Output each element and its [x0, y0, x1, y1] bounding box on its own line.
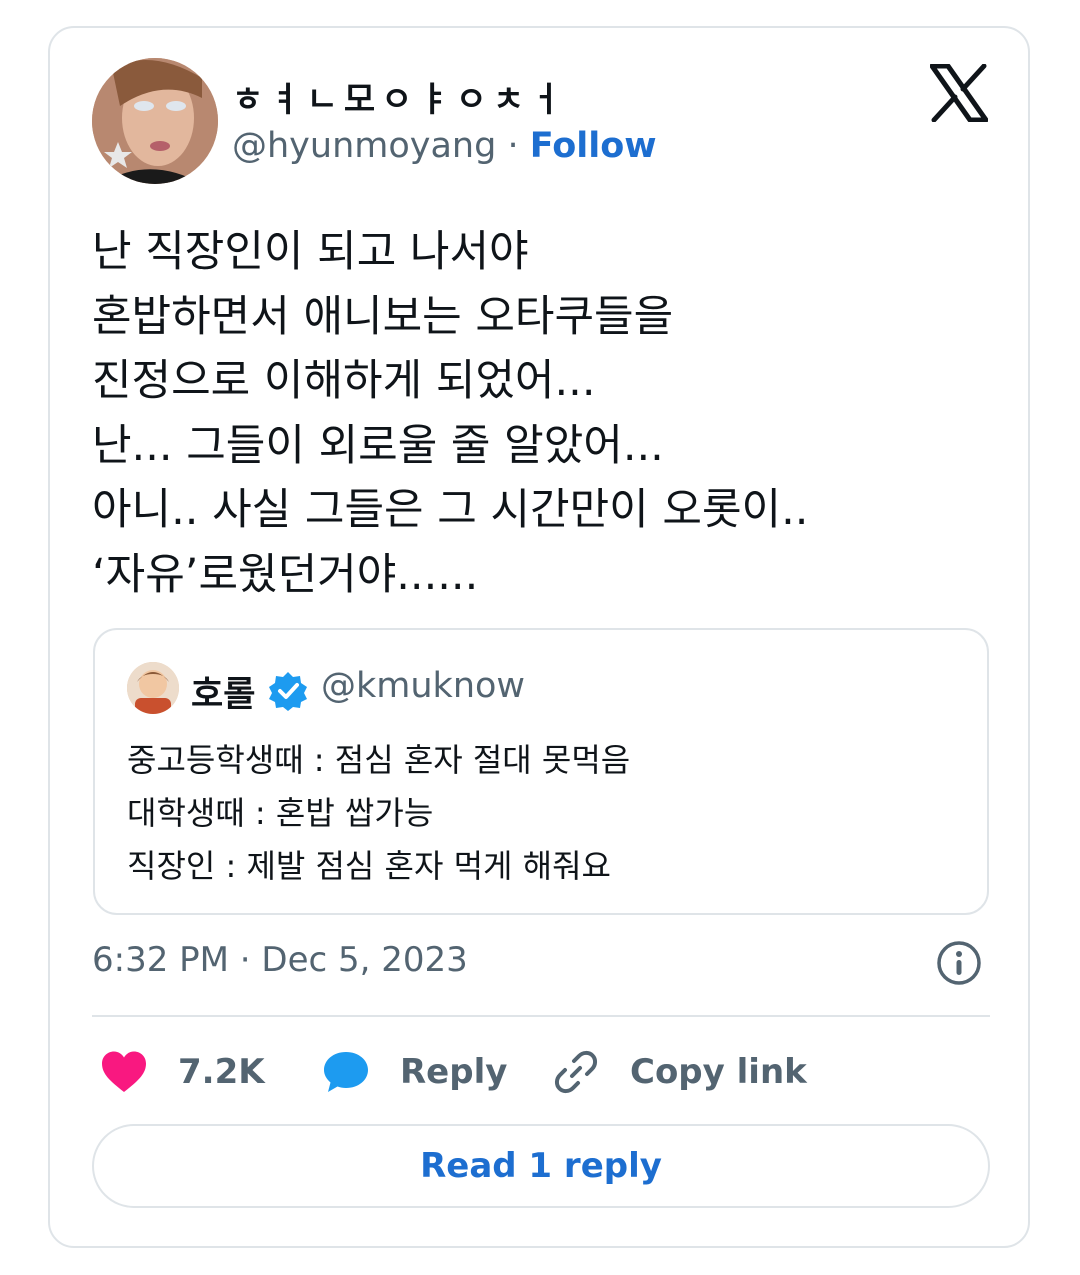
handle-separator: · [496, 126, 530, 166]
heart-icon [102, 1051, 146, 1092]
x-logo-icon[interactable] [929, 63, 989, 123]
like-button[interactable]: 7.2K [100, 1042, 265, 1102]
follow-button[interactable]: Follow [530, 126, 657, 166]
quoted-author-avatar [127, 662, 179, 714]
tweet-timestamp[interactable]: 6:32 PM · Dec 5, 2023 [92, 940, 468, 980]
reply-label: Reply [400, 1052, 508, 1092]
link-icon [554, 1050, 598, 1094]
tweet-card: ㅎㅕㄴ모ㅇㅑㅇㅊㅓ @hyunmoyang · Follow 난 직장인이 되고… [48, 26, 1030, 1248]
author-display-name[interactable]: ㅎㅕㄴ모ㅇㅑㅇㅊㅓ [232, 72, 568, 121]
quoted-tweet[interactable]: 호롤 @kmuknow 중고등학생때 : 점심 혼자 절대 못먹음 대학생때 :… [93, 628, 989, 915]
divider [92, 1015, 990, 1017]
quoted-author-handle: @kmuknow [321, 666, 526, 706]
reply-button[interactable]: Reply [322, 1042, 507, 1102]
copy-link-button[interactable]: Copy link [552, 1042, 807, 1102]
action-bar: 7.2K Reply Copy link [92, 1042, 990, 1102]
verified-badge-icon [267, 670, 309, 712]
read-replies-button[interactable]: Read 1 reply [92, 1124, 990, 1208]
author-handle[interactable]: @hyunmoyang [232, 126, 496, 166]
author-avatar[interactable] [92, 58, 218, 184]
quoted-author-name: 호롤 [191, 675, 256, 715]
reply-bubble-icon [324, 1052, 368, 1092]
info-icon[interactable] [936, 940, 982, 986]
like-count: 7.2K [178, 1052, 265, 1092]
quoted-tweet-text: 중고등학생때 : 점심 혼자 절대 못먹음 대학생때 : 혼밥 쌉가능 직장인 … [127, 741, 631, 885]
copy-link-label: Copy link [630, 1052, 807, 1092]
tweet-text: 난 직장인이 되고 나서야 혼밥하면서 애니보는 오타쿠들을 진정으로 이해하게… [92, 227, 809, 600]
author-handle-row: @hyunmoyang · Follow [232, 126, 657, 166]
